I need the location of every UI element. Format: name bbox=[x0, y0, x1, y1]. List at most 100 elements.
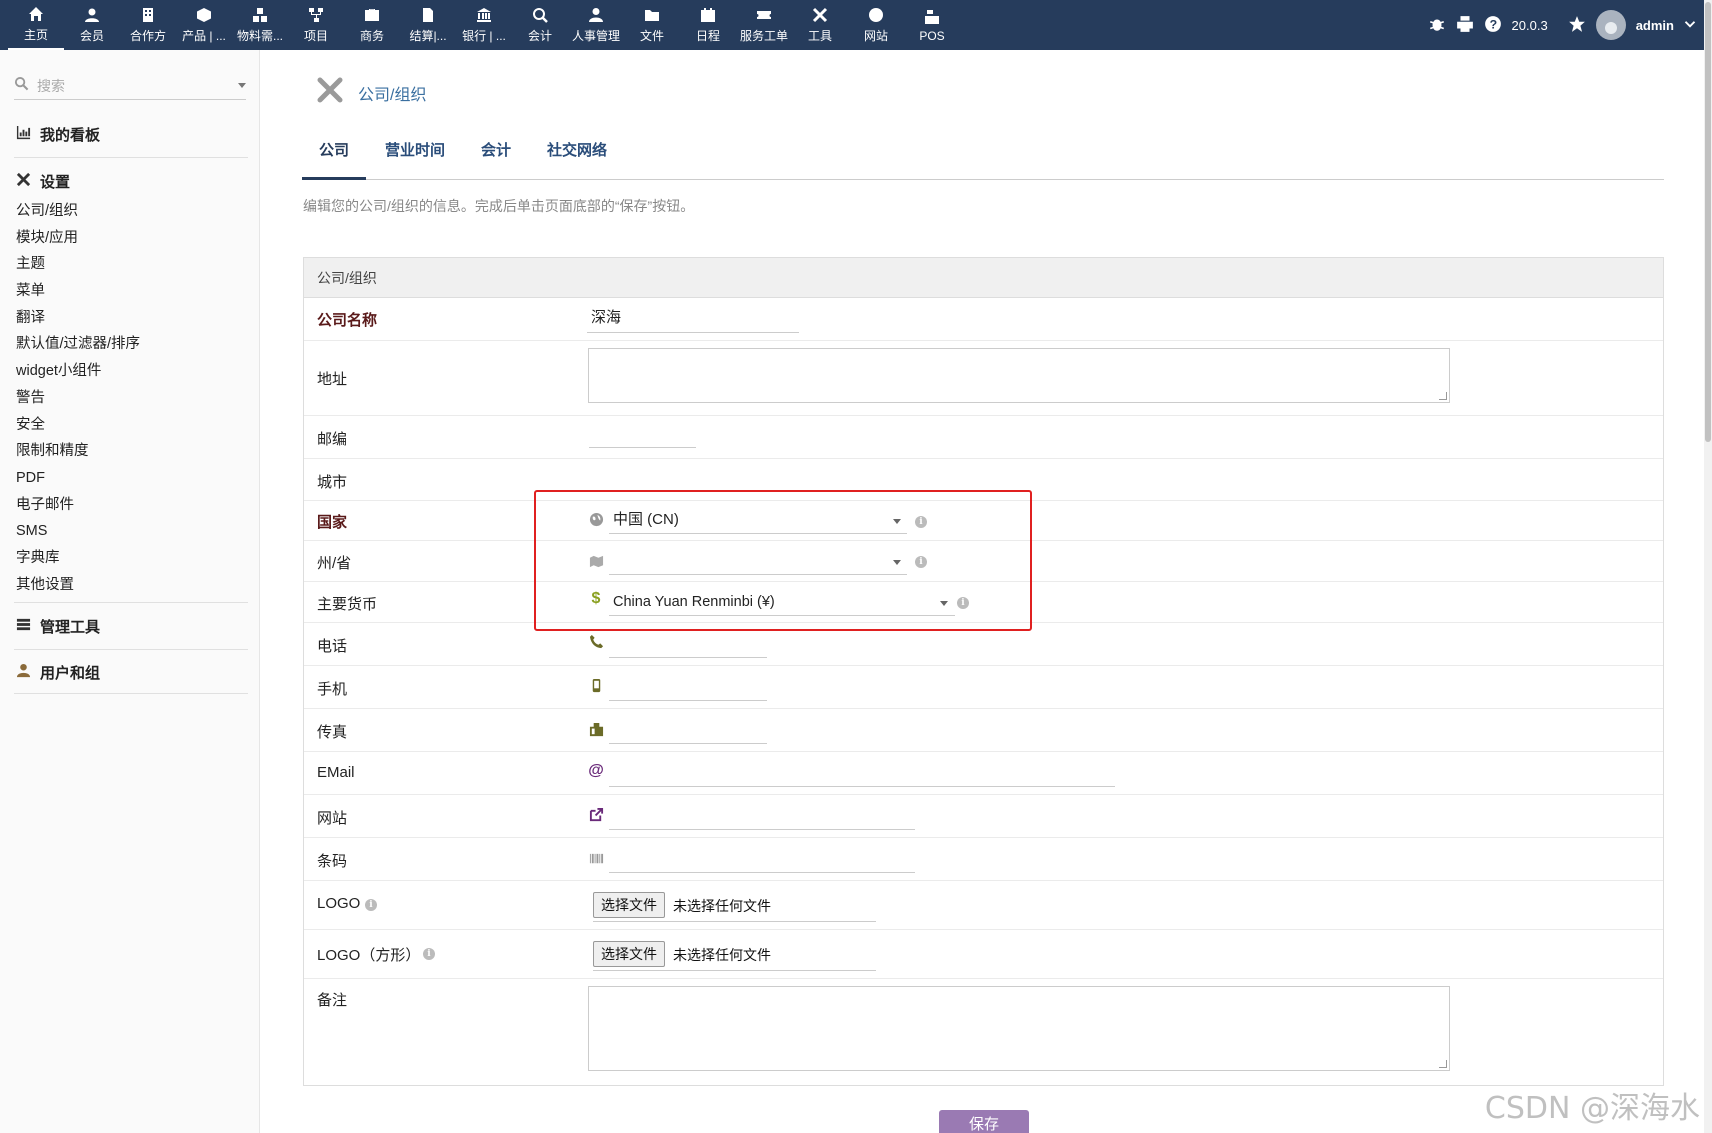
page-scrollbar[interactable] bbox=[1704, 0, 1712, 1133]
sidebar-admin-tools[interactable]: 管理工具 bbox=[16, 616, 100, 637]
notes-textarea[interactable] bbox=[588, 986, 1450, 1071]
topnav-commerce[interactable]: 商务 bbox=[344, 0, 400, 50]
invoice-icon bbox=[419, 6, 437, 24]
sidebar-item-pdf[interactable]: PDF bbox=[16, 465, 140, 492]
phone-field[interactable] bbox=[609, 634, 767, 658]
country-select[interactable]: 中国 (CN) bbox=[609, 508, 907, 534]
topnav-materials[interactable]: 物料需... bbox=[232, 0, 288, 50]
mobile-icon bbox=[588, 677, 604, 693]
topnav-bank[interactable]: 银行 | ... bbox=[456, 0, 512, 50]
page-header: 公司/组织 bbox=[302, 76, 426, 109]
avatar[interactable] bbox=[1595, 10, 1626, 40]
caret-down-icon bbox=[238, 83, 246, 88]
chart-icon bbox=[16, 125, 40, 144]
sidebar-item-sms[interactable]: SMS bbox=[16, 518, 140, 545]
info-icon: i bbox=[957, 597, 969, 609]
tab-accounting[interactable]: 会计 bbox=[464, 138, 528, 180]
topnav-agenda[interactable]: 日程 bbox=[680, 0, 736, 50]
sidebar-item-limits[interactable]: 限制和精度 bbox=[16, 438, 140, 465]
sitemap-icon bbox=[307, 6, 325, 24]
server-icon bbox=[16, 617, 40, 636]
state-select[interactable] bbox=[609, 549, 907, 575]
row-zip: 邮编 bbox=[304, 416, 1663, 459]
logo-file-button[interactable]: 选择文件 bbox=[593, 892, 665, 918]
print-icon[interactable] bbox=[1456, 15, 1474, 36]
tab-social-networks[interactable]: 社交网络 bbox=[530, 138, 624, 180]
top-right-tools: ? 20.0.3 admin bbox=[1428, 0, 1696, 50]
globe-icon bbox=[867, 6, 885, 24]
website-label: 网站 bbox=[317, 810, 348, 827]
logo-square-file-button[interactable]: 选择文件 bbox=[593, 941, 665, 967]
topnav-hr[interactable]: 人事管理 bbox=[568, 0, 624, 50]
row-currency: 主要货币 $ China Yuan Renminbi (¥) i bbox=[304, 582, 1663, 623]
topnav-partners[interactable]: 合作方 bbox=[120, 0, 176, 50]
sidebar-settings[interactable]: 设置 bbox=[16, 171, 70, 192]
row-state: 州/省 i bbox=[304, 541, 1663, 582]
help-icon[interactable]: ? bbox=[1484, 15, 1502, 36]
sidebar-item-menus[interactable]: 菜单 bbox=[16, 278, 140, 305]
sidebar-item-alerts[interactable]: 警告 bbox=[16, 385, 140, 412]
caret-down-icon bbox=[893, 560, 901, 565]
topnav-accounting[interactable]: 会计 bbox=[512, 0, 568, 50]
notes-label: 备注 bbox=[317, 992, 348, 1009]
sidebar-item-dictionaries[interactable]: 字典库 bbox=[16, 545, 140, 572]
sidebar-dashboard[interactable]: 我的看板 bbox=[16, 124, 100, 145]
cash-register-icon bbox=[923, 8, 941, 26]
email-label: EMail bbox=[317, 764, 355, 781]
topnav-products[interactable]: 产品 | ... bbox=[176, 0, 232, 50]
topnav-tools[interactable]: 工具 bbox=[792, 0, 848, 50]
sidebar-item-email[interactable]: 电子邮件 bbox=[16, 492, 140, 519]
row-city: 城市 bbox=[304, 459, 1663, 501]
mobile-field[interactable] bbox=[609, 677, 767, 701]
barcode-field[interactable] bbox=[609, 849, 915, 873]
building-icon bbox=[139, 6, 157, 24]
info-icon: i bbox=[365, 899, 377, 911]
company-name-field[interactable]: 深海 bbox=[587, 307, 799, 333]
topnav-billing[interactable]: 结算|... bbox=[400, 0, 456, 50]
topnav-projects[interactable]: 项目 bbox=[288, 0, 344, 50]
tab-opening-hours[interactable]: 营业时间 bbox=[368, 138, 462, 180]
sidebar-item-widgets[interactable]: widget小组件 bbox=[16, 358, 140, 385]
sidebar-item-translation[interactable]: 翻译 bbox=[16, 305, 140, 332]
topnav-home[interactable]: 主页 bbox=[8, 0, 64, 50]
dollar-icon: $ bbox=[591, 590, 601, 607]
star-icon[interactable] bbox=[1568, 15, 1586, 36]
tab-company[interactable]: 公司 bbox=[302, 138, 367, 180]
sidebar-item-company[interactable]: 公司/组织 bbox=[16, 198, 140, 225]
tools-icon bbox=[316, 76, 344, 109]
row-website: 网站 bbox=[304, 795, 1663, 838]
caret-down-icon bbox=[940, 601, 948, 606]
topnav-tickets[interactable]: 服务工单 bbox=[736, 0, 792, 50]
bug-icon[interactable] bbox=[1428, 15, 1446, 36]
phone-icon bbox=[588, 633, 604, 649]
sidebar-item-theme[interactable]: 主题 bbox=[16, 251, 140, 278]
topnav-documents[interactable]: 文件 bbox=[624, 0, 680, 50]
topnav-pos[interactable]: POS bbox=[904, 0, 960, 50]
fax-field[interactable] bbox=[609, 720, 767, 744]
address-label: 地址 bbox=[317, 371, 348, 388]
chevron-down-icon[interactable] bbox=[1684, 18, 1696, 33]
external-link-icon bbox=[588, 806, 604, 822]
topnav-members[interactable]: 会员 bbox=[64, 0, 120, 50]
save-button[interactable]: 保存 bbox=[939, 1110, 1029, 1133]
sidebar-item-defaults[interactable]: 默认值/过滤器/排序 bbox=[16, 331, 140, 358]
currency-select[interactable]: China Yuan Renminbi (¥) bbox=[609, 590, 955, 616]
watermark: CSDN @深海水 bbox=[1484, 1091, 1700, 1126]
zip-field[interactable] bbox=[589, 426, 696, 448]
user-name[interactable]: admin bbox=[1636, 18, 1674, 33]
address-textarea[interactable] bbox=[588, 348, 1450, 403]
fax-label: 传真 bbox=[317, 724, 348, 741]
row-logo: LOGO i 选择文件 未选择任何文件 bbox=[304, 881, 1663, 930]
website-field[interactable] bbox=[609, 806, 915, 830]
company-name-label: 公司名称 bbox=[317, 312, 378, 329]
row-address: 地址 bbox=[304, 341, 1663, 416]
sidebar-users-groups[interactable]: 用户和组 bbox=[16, 662, 100, 683]
sidebar-item-other[interactable]: 其他设置 bbox=[16, 572, 140, 599]
topnav-website[interactable]: 网站 bbox=[848, 0, 904, 50]
svg-text:?: ? bbox=[1489, 17, 1497, 31]
search-input[interactable]: 搜索 bbox=[14, 72, 246, 100]
sidebar-item-modules[interactable]: 模块/应用 bbox=[16, 225, 140, 252]
email-field[interactable] bbox=[609, 763, 1115, 787]
sidebar-item-security[interactable]: 安全 bbox=[16, 412, 140, 439]
cube-icon bbox=[195, 6, 213, 24]
